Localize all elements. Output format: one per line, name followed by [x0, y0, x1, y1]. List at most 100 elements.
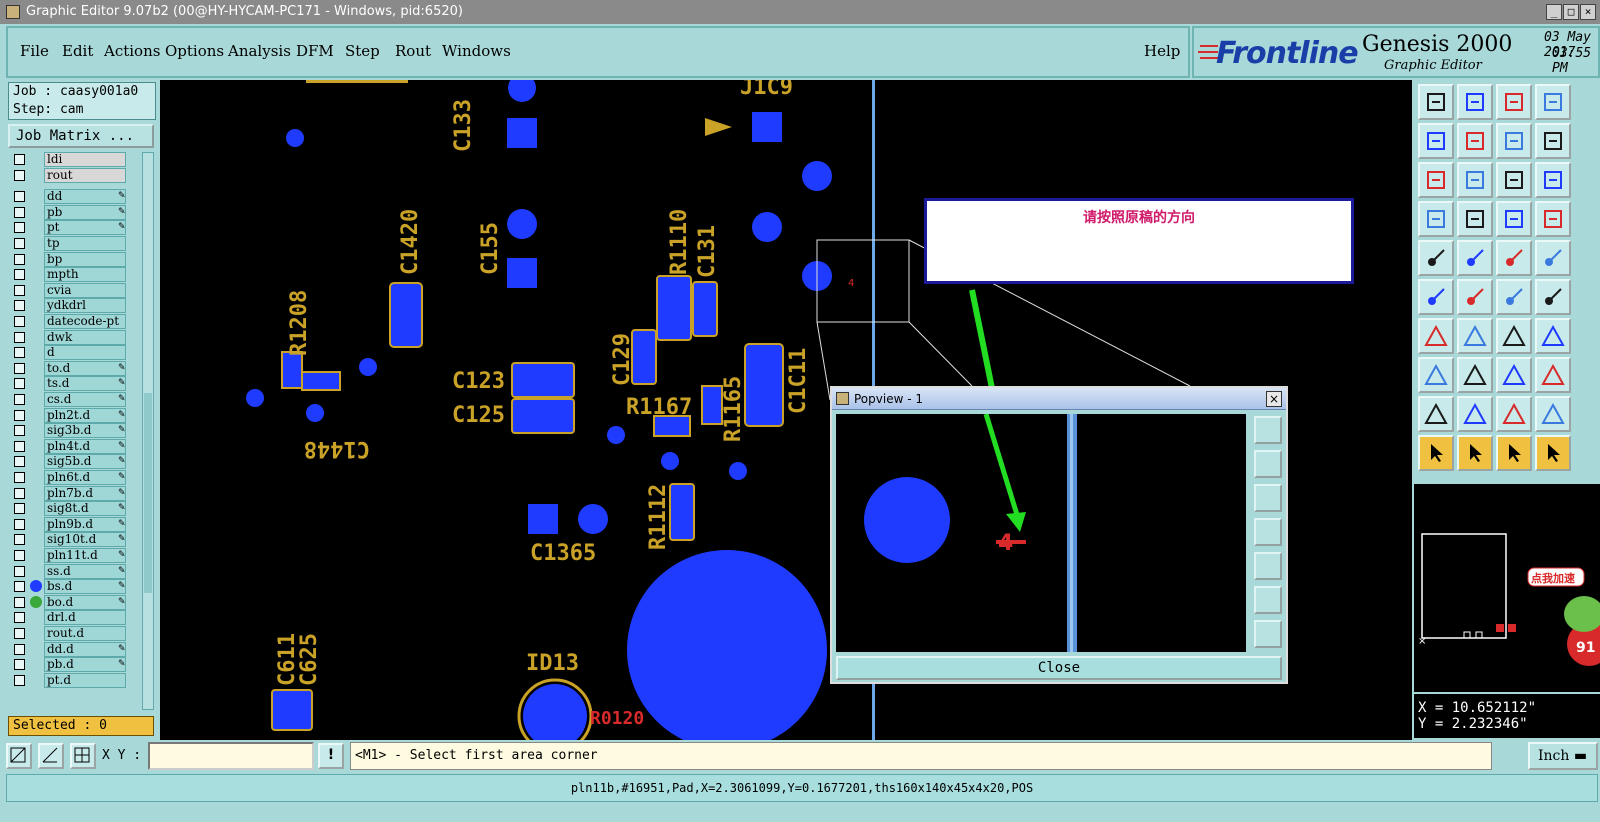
layer-name[interactable]: pln9b.d: [44, 516, 126, 532]
line-red-button[interactable]: [1457, 357, 1493, 393]
layer-row[interactable]: pln6t.d ✎: [10, 470, 138, 485]
layer-name[interactable]: pb.d: [44, 657, 126, 673]
line-blue-button[interactable]: [1457, 318, 1493, 354]
layer-checkbox[interactable]: [14, 440, 25, 452]
layer-name[interactable]: pln2t.d: [44, 407, 126, 423]
pointer-frame-button[interactable]: [1496, 435, 1532, 471]
line-draw-button[interactable]: [1418, 318, 1454, 354]
cross-button[interactable]: [1457, 279, 1493, 315]
route-button[interactable]: [1457, 240, 1493, 276]
layer-row[interactable]: pb ✎: [10, 204, 138, 220]
layer-checkbox[interactable]: [14, 394, 25, 405]
layer-checkbox[interactable]: [14, 550, 25, 561]
popview-close-x[interactable]: ×: [1266, 391, 1282, 407]
maximize-button[interactable]: □: [1563, 4, 1579, 20]
layer-checkbox[interactable]: [14, 253, 25, 265]
layer-row[interactable]: pln9b.d ✎: [10, 516, 138, 532]
popview-close-button[interactable]: Close: [836, 656, 1282, 680]
zoom-area-button[interactable]: [6, 743, 32, 769]
layer-checkbox[interactable]: [14, 191, 25, 203]
triangle-c-button[interactable]: [1496, 396, 1532, 432]
undo-button[interactable]: [1496, 318, 1532, 354]
layer-checkbox[interactable]: [14, 284, 25, 296]
layer-name[interactable]: sig8t.d: [44, 501, 126, 517]
layer-row[interactable]: bp: [10, 251, 138, 267]
layer-row[interactable]: ts.d ✎: [10, 376, 138, 392]
menu-help[interactable]: Help: [1144, 42, 1180, 60]
layer-name[interactable]: mpth: [44, 267, 126, 283]
measure-button[interactable]: [38, 743, 64, 769]
layer-row[interactable]: sig8t.d ✎: [10, 501, 138, 517]
triangle-a-button[interactable]: [1418, 396, 1454, 432]
save-button[interactable]: [1457, 84, 1493, 120]
minimize-button[interactable]: _: [1546, 4, 1562, 20]
layer-row[interactable]: ldi: [10, 152, 138, 167]
snap-left-button[interactable]: [1418, 123, 1454, 159]
layer-row[interactable]: tp: [10, 236, 138, 251]
close-window-button[interactable]: ×: [1580, 4, 1596, 20]
layer-checkbox[interactable]: [14, 362, 25, 374]
layer-name[interactable]: rout.d: [44, 626, 126, 641]
layer-row[interactable]: pt ✎: [10, 220, 138, 236]
layer-name[interactable]: pln11t.d: [44, 548, 126, 563]
layer-row[interactable]: d: [10, 345, 138, 361]
layer-row[interactable]: rout: [10, 167, 138, 183]
zoom-center-button[interactable]: [1457, 162, 1493, 198]
menu-dfm[interactable]: DFM: [296, 42, 334, 60]
layer-name[interactable]: ss.d: [44, 563, 126, 579]
clipboard-button[interactable]: [1418, 201, 1454, 237]
layer-checkbox[interactable]: [14, 643, 25, 655]
layer-row[interactable]: cs.d ✎: [10, 392, 138, 407]
layer-name[interactable]: dd: [44, 189, 126, 205]
layer-checkbox[interactable]: [14, 581, 25, 593]
layer-red-button[interactable]: [1496, 201, 1532, 237]
scroll-thumb[interactable]: [144, 393, 152, 593]
popview-pan-left-button[interactable]: [1254, 518, 1282, 546]
layer-name[interactable]: tp: [44, 236, 126, 251]
layer-row[interactable]: bs.d ✎: [10, 579, 138, 595]
triangle-d-button[interactable]: [1535, 396, 1571, 432]
layer-name[interactable]: pln4t.d: [44, 438, 126, 454]
layer-name[interactable]: ts.d: [44, 376, 126, 392]
layer-name[interactable]: pt.d: [44, 672, 126, 688]
popview-pan-up-button[interactable]: [1254, 450, 1282, 478]
open-step-button[interactable]: [1418, 84, 1454, 120]
popview-zoom-in-button[interactable]: [1254, 586, 1282, 614]
layer-checkbox[interactable]: [14, 518, 25, 530]
layer-name[interactable]: dd.d: [44, 641, 126, 657]
layer-checkbox[interactable]: [14, 425, 25, 437]
menu-options[interactable]: Options: [165, 42, 224, 60]
popview-titlebar[interactable]: Popview - 1 ×: [832, 388, 1286, 410]
layer-name[interactable]: pt: [44, 220, 126, 236]
layer-row[interactable]: pt.d: [10, 672, 138, 688]
home-button[interactable]: [1496, 84, 1532, 120]
menu-actions[interactable]: Actions: [104, 42, 160, 60]
query-button[interactable]: [1535, 162, 1571, 198]
layer-row[interactable]: datecode-pt: [10, 314, 138, 329]
layer-name[interactable]: pln6t.d: [44, 470, 126, 485]
layer-name[interactable]: bo.d: [44, 594, 126, 610]
alert-button[interactable]: !: [318, 743, 344, 769]
popview-zoom-fit-button[interactable]: [1254, 416, 1282, 444]
xy-input[interactable]: [148, 742, 314, 770]
grid-button[interactable]: [1457, 201, 1493, 237]
layer-name[interactable]: sig3b.d: [44, 423, 126, 439]
layer-name[interactable]: rout: [44, 167, 126, 183]
job-matrix-button[interactable]: Job Matrix ...: [8, 124, 154, 148]
layer-checkbox[interactable]: [14, 206, 25, 218]
layer-row[interactable]: bo.d ✎: [10, 594, 138, 610]
layer-row[interactable]: drl.d: [10, 610, 138, 626]
unit-select[interactable]: Inch ▬: [1528, 742, 1598, 770]
snap-right-button[interactable]: [1457, 123, 1493, 159]
layer-checkbox[interactable]: [14, 659, 25, 671]
window-button[interactable]: [1535, 84, 1571, 120]
node-button[interactable]: [1418, 279, 1454, 315]
popview-canvas[interactable]: 4: [836, 414, 1246, 652]
layer-checkbox[interactable]: [14, 300, 25, 312]
layer-checkbox[interactable]: [14, 378, 25, 390]
layer-row[interactable]: dd ✎: [10, 189, 138, 205]
pad-button[interactable]: [1418, 240, 1454, 276]
pointer-box-button[interactable]: [1457, 435, 1493, 471]
layer-row[interactable]: pln7b.d ✎: [10, 485, 138, 501]
layer-checkbox[interactable]: [14, 628, 25, 639]
